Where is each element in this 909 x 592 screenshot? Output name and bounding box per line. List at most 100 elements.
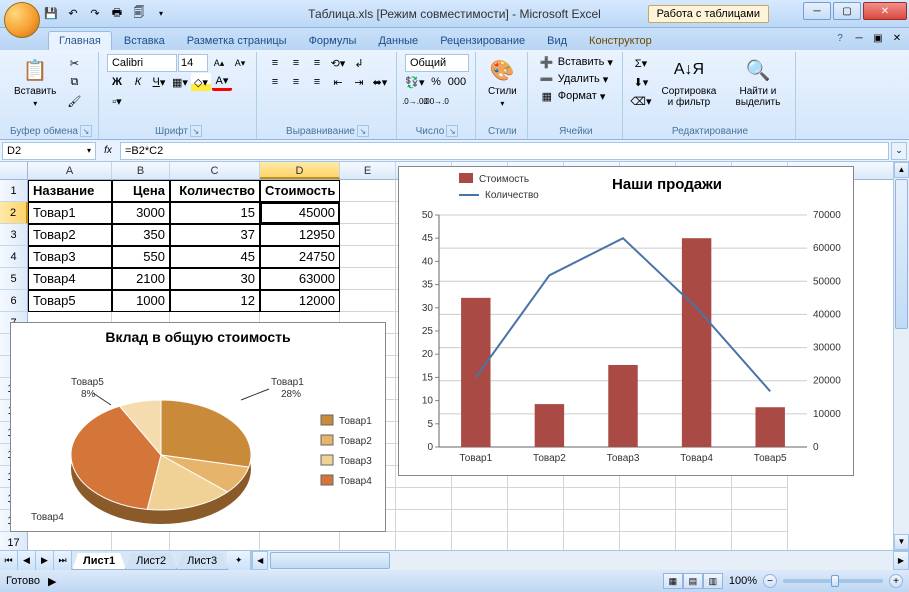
cell[interactable] <box>676 488 732 510</box>
find-select-button[interactable]: 🔍 Найти и выделить <box>727 54 789 126</box>
cell[interactable] <box>508 488 564 510</box>
zoom-thumb[interactable] <box>831 575 839 587</box>
cell[interactable]: Товар3 <box>28 246 112 268</box>
row-header-4[interactable]: 4 <box>0 246 28 268</box>
cell[interactable]: Товар5 <box>28 290 112 312</box>
tab-view[interactable]: Вид <box>537 32 577 50</box>
italic-button[interactable]: К <box>128 73 148 91</box>
cell[interactable]: Стоимость <box>260 180 340 202</box>
cell[interactable] <box>452 510 508 532</box>
zoom-out-button[interactable]: − <box>763 574 777 588</box>
sort-filter-button[interactable]: А↓Я Сортировка и фильтр <box>655 54 723 126</box>
font-size-input[interactable] <box>178 54 208 72</box>
decrease-font-icon[interactable]: A▾ <box>230 54 250 72</box>
cell[interactable]: 2100 <box>112 268 170 290</box>
increase-font-icon[interactable]: A▴ <box>209 54 229 72</box>
page-break-view-icon[interactable]: ▥ <box>703 573 723 589</box>
format-cells-button[interactable]: ▦Формат ▾ <box>536 88 616 104</box>
first-sheet-icon[interactable]: ⏮ <box>0 551 18 570</box>
cell[interactable]: Товар1 <box>28 202 112 224</box>
dialog-launcher-icon[interactable]: ↘ <box>446 125 458 137</box>
cell[interactable]: 12950 <box>260 224 340 246</box>
cell[interactable]: 15 <box>170 202 260 224</box>
percent-icon[interactable]: % <box>426 73 446 91</box>
cell[interactable]: Цена <box>112 180 170 202</box>
autosum-icon[interactable]: Σ▾ <box>631 54 651 72</box>
cell[interactable]: Количество <box>170 180 260 202</box>
doc-minimize-button[interactable]: ─ <box>851 30 867 46</box>
office-button[interactable] <box>4 2 40 38</box>
underline-button[interactable]: Ч▾ <box>149 73 169 91</box>
clear-icon[interactable]: ⌫▾ <box>631 92 651 110</box>
fill-color-icon[interactable]: ◇▾ <box>191 73 211 91</box>
pie-chart[interactable]: Вклад в общую стоимость Товар128%Товар58… <box>10 322 386 532</box>
bold-button[interactable]: Ж <box>107 73 127 91</box>
merge-icon[interactable]: ⬌▾ <box>370 73 390 91</box>
name-box[interactable]: D2▾ <box>2 142 96 160</box>
cell[interactable]: 30 <box>170 268 260 290</box>
cut-icon[interactable]: ✂ <box>64 54 84 72</box>
cell[interactable]: 63000 <box>260 268 340 290</box>
close-button[interactable]: ✕ <box>863 2 907 20</box>
increase-indent-icon[interactable]: ⇥ <box>349 73 369 91</box>
cell[interactable] <box>452 532 508 550</box>
cell[interactable] <box>28 532 112 550</box>
cell[interactable] <box>340 180 396 202</box>
tab-design[interactable]: Конструктор <box>579 32 662 50</box>
row-header-17[interactable]: 17 <box>0 532 28 550</box>
row-header-3[interactable]: 3 <box>0 224 28 246</box>
doc-restore-button[interactable]: ▣ <box>870 30 886 46</box>
delete-cells-button[interactable]: ➖Удалить ▾ <box>536 71 616 87</box>
combo-chart[interactable]: Наши продажиСтоимостьКоличество051015202… <box>398 166 854 476</box>
cell[interactable] <box>508 532 564 550</box>
cell[interactable]: 550 <box>112 246 170 268</box>
cell[interactable] <box>620 488 676 510</box>
hscroll-thumb[interactable] <box>270 552 390 569</box>
maximize-button[interactable]: ▢ <box>833 2 861 20</box>
cell[interactable]: 350 <box>112 224 170 246</box>
expand-formula-bar-icon[interactable]: ⌄ <box>891 142 907 160</box>
col-header-A[interactable]: A <box>28 162 112 179</box>
undo-icon[interactable]: ↶ <box>64 5 82 23</box>
cell[interactable]: 45 <box>170 246 260 268</box>
scroll-left-icon[interactable]: ◀ <box>252 551 268 570</box>
cell[interactable] <box>676 532 732 550</box>
sheet-tab[interactable]: Лист3 <box>176 553 228 570</box>
insert-cells-button[interactable]: ➕Вставить ▾ <box>536 54 616 70</box>
tab-review[interactable]: Рецензирование <box>430 32 535 50</box>
cell[interactable] <box>452 488 508 510</box>
cell[interactable] <box>564 532 620 550</box>
tab-insert[interactable]: Вставка <box>114 32 175 50</box>
select-all-corner[interactable] <box>0 162 28 179</box>
cell[interactable] <box>340 246 396 268</box>
tab-formulas[interactable]: Формулы <box>299 32 367 50</box>
copy-icon[interactable]: ⧉ <box>64 73 84 91</box>
orientation-icon[interactable]: ⟲▾ <box>328 54 348 72</box>
wrap-text-icon[interactable]: ↲ <box>349 54 369 72</box>
border-icon[interactable]: ▦▾ <box>170 73 190 91</box>
cell[interactable]: 24750 <box>260 246 340 268</box>
cell[interactable] <box>564 510 620 532</box>
preview-icon[interactable]: 🗐 <box>130 5 148 23</box>
cell[interactable]: 12000 <box>260 290 340 312</box>
cell[interactable] <box>170 532 260 550</box>
tab-home[interactable]: Главная <box>48 31 112 50</box>
dialog-launcher-icon[interactable]: ↘ <box>80 125 92 137</box>
cell[interactable] <box>340 224 396 246</box>
horizontal-scrollbar[interactable]: ◀ ▶ <box>251 551 909 570</box>
new-sheet-icon[interactable]: ✦ <box>227 551 251 570</box>
decrease-indent-icon[interactable]: ⇤ <box>328 73 348 91</box>
page-layout-view-icon[interactable]: ▤ <box>683 573 703 589</box>
normal-view-icon[interactable]: ▦ <box>663 573 683 589</box>
tab-data[interactable]: Данные <box>368 32 428 50</box>
cell[interactable] <box>620 510 676 532</box>
qat-dropdown-icon[interactable]: ▾ <box>152 5 170 23</box>
cell[interactable] <box>340 290 396 312</box>
paste-button[interactable]: 📋 Вставить ▾ <box>10 54 60 125</box>
row-header-5[interactable]: 5 <box>0 268 28 290</box>
styles-button[interactable]: 🎨 Стили ▾ <box>484 54 521 126</box>
cell[interactable] <box>340 202 396 224</box>
tab-page-layout[interactable]: Разметка страницы <box>177 32 297 50</box>
border-all-icon[interactable]: ▫▾ <box>107 92 127 110</box>
col-header-D[interactable]: D <box>260 162 340 179</box>
